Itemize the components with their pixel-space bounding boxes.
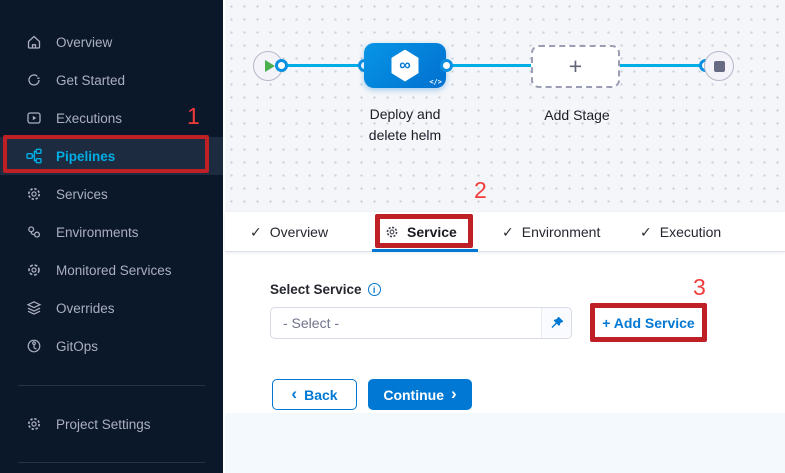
tab-label: Overview [270, 224, 328, 240]
add-service-button[interactable]: + Add Service [602, 315, 694, 331]
selected-tab-underline [372, 249, 478, 252]
sidebar-item-project-settings[interactable]: Project Settings [0, 405, 223, 443]
service-select-placeholder: - Select - [271, 308, 541, 338]
service-tab-content: Select Service i - Select - + Add Servic… [225, 252, 785, 413]
tab-label: Service [407, 224, 457, 240]
environments-icon [26, 224, 42, 240]
tab-execution[interactable]: ✓ Execution [640, 212, 721, 252]
select-service-label: Select Service i [270, 282, 381, 297]
sidebar: Overview Get Started Executions Pipeline… [0, 0, 225, 473]
stage-node-deploy-helm[interactable]: ∞ </> [364, 43, 446, 88]
stage-tabbar: ✓ Overview Service ✓ Environment ✓ Execu… [225, 212, 785, 252]
gear-icon [26, 416, 42, 432]
check-icon: ✓ [502, 224, 514, 241]
connector-dot [275, 59, 288, 72]
sidebar-nav: Overview Get Started Executions Pipeline… [0, 23, 223, 463]
sidebar-item-label: Overview [56, 35, 112, 50]
app-window: Overview Get Started Executions Pipeline… [0, 0, 785, 473]
tab-overview[interactable]: ✓ Overview [250, 212, 328, 252]
sidebar-item-label: Environments [56, 225, 139, 240]
sidebar-item-services[interactable]: Services [0, 175, 223, 213]
connector-dot [440, 59, 453, 72]
sidebar-item-environments[interactable]: Environments [0, 213, 223, 251]
plus-icon: + [569, 55, 582, 78]
pipeline-canvas[interactable]: ∞ </> + Deploy and delete helm Add Stage… [225, 0, 785, 212]
sidebar-item-label: Pipelines [56, 149, 115, 164]
sidebar-divider [18, 462, 205, 463]
add-stage-button[interactable]: + [531, 45, 620, 88]
page-footer-area [225, 413, 785, 473]
annotation-digit-3: 3 [693, 274, 706, 301]
sidebar-divider [18, 385, 205, 386]
back-button[interactable]: ‹ Back [272, 379, 357, 410]
continue-button[interactable]: Continue › [368, 379, 472, 410]
sidebar-item-label: Project Settings [56, 417, 151, 432]
add-service-area: + Add Service [590, 303, 707, 342]
service-select[interactable]: - Select - [270, 307, 572, 339]
sidebar-item-label: GitOps [56, 339, 98, 354]
chevron-right-icon: › [451, 385, 457, 402]
sidebar-item-label: Executions [56, 111, 122, 126]
play-icon [265, 60, 275, 72]
layers-icon [26, 300, 42, 316]
tab-label: Execution [660, 224, 721, 240]
sidebar-item-overview[interactable]: Overview [0, 23, 223, 61]
pipeline-connector-line [268, 64, 719, 67]
gitops-icon [26, 338, 42, 354]
stop-icon [714, 61, 725, 72]
tab-service[interactable]: Service [385, 212, 457, 252]
sidebar-item-executions[interactable]: Executions [0, 99, 223, 137]
get-started-icon [26, 72, 42, 88]
sidebar-item-label: Get Started [56, 73, 125, 88]
home-icon [26, 34, 42, 50]
monitored-services-icon [26, 262, 42, 278]
sidebar-item-label: Monitored Services [56, 263, 172, 278]
check-icon: ✓ [250, 224, 262, 241]
sidebar-item-monitored-services[interactable]: Monitored Services [0, 251, 223, 289]
sidebar-item-label: Overrides [56, 301, 115, 316]
tab-environment[interactable]: ✓ Environment [502, 212, 600, 252]
annotation-digit-2: 2 [474, 177, 487, 204]
sidebar-item-overrides[interactable]: Overrides [0, 289, 223, 327]
gear-icon [26, 186, 42, 202]
stage-name-label: Deploy and delete helm [340, 104, 470, 146]
sidebar-item-pipelines[interactable]: Pipelines [0, 137, 223, 175]
pin-icon[interactable] [541, 308, 571, 338]
sidebar-item-get-started[interactable]: Get Started [0, 61, 223, 99]
gear-icon [385, 225, 399, 239]
pipelines-icon [26, 148, 42, 164]
cd-stage-icon: ∞ [390, 50, 420, 82]
main-area: ∞ </> + Deploy and delete helm Add Stage… [225, 0, 785, 473]
chevron-left-icon: ‹ [291, 385, 297, 402]
sidebar-item-gitops[interactable]: GitOps [0, 327, 223, 365]
tab-label: Environment [522, 224, 601, 240]
info-icon[interactable]: i [368, 283, 381, 296]
pipeline-end-node[interactable] [704, 51, 734, 81]
code-toggle-icon[interactable]: </> [429, 78, 442, 86]
executions-icon [26, 110, 42, 126]
add-stage-label: Add Stage [517, 107, 637, 123]
sidebar-item-label: Services [56, 187, 108, 202]
check-icon: ✓ [640, 224, 652, 241]
